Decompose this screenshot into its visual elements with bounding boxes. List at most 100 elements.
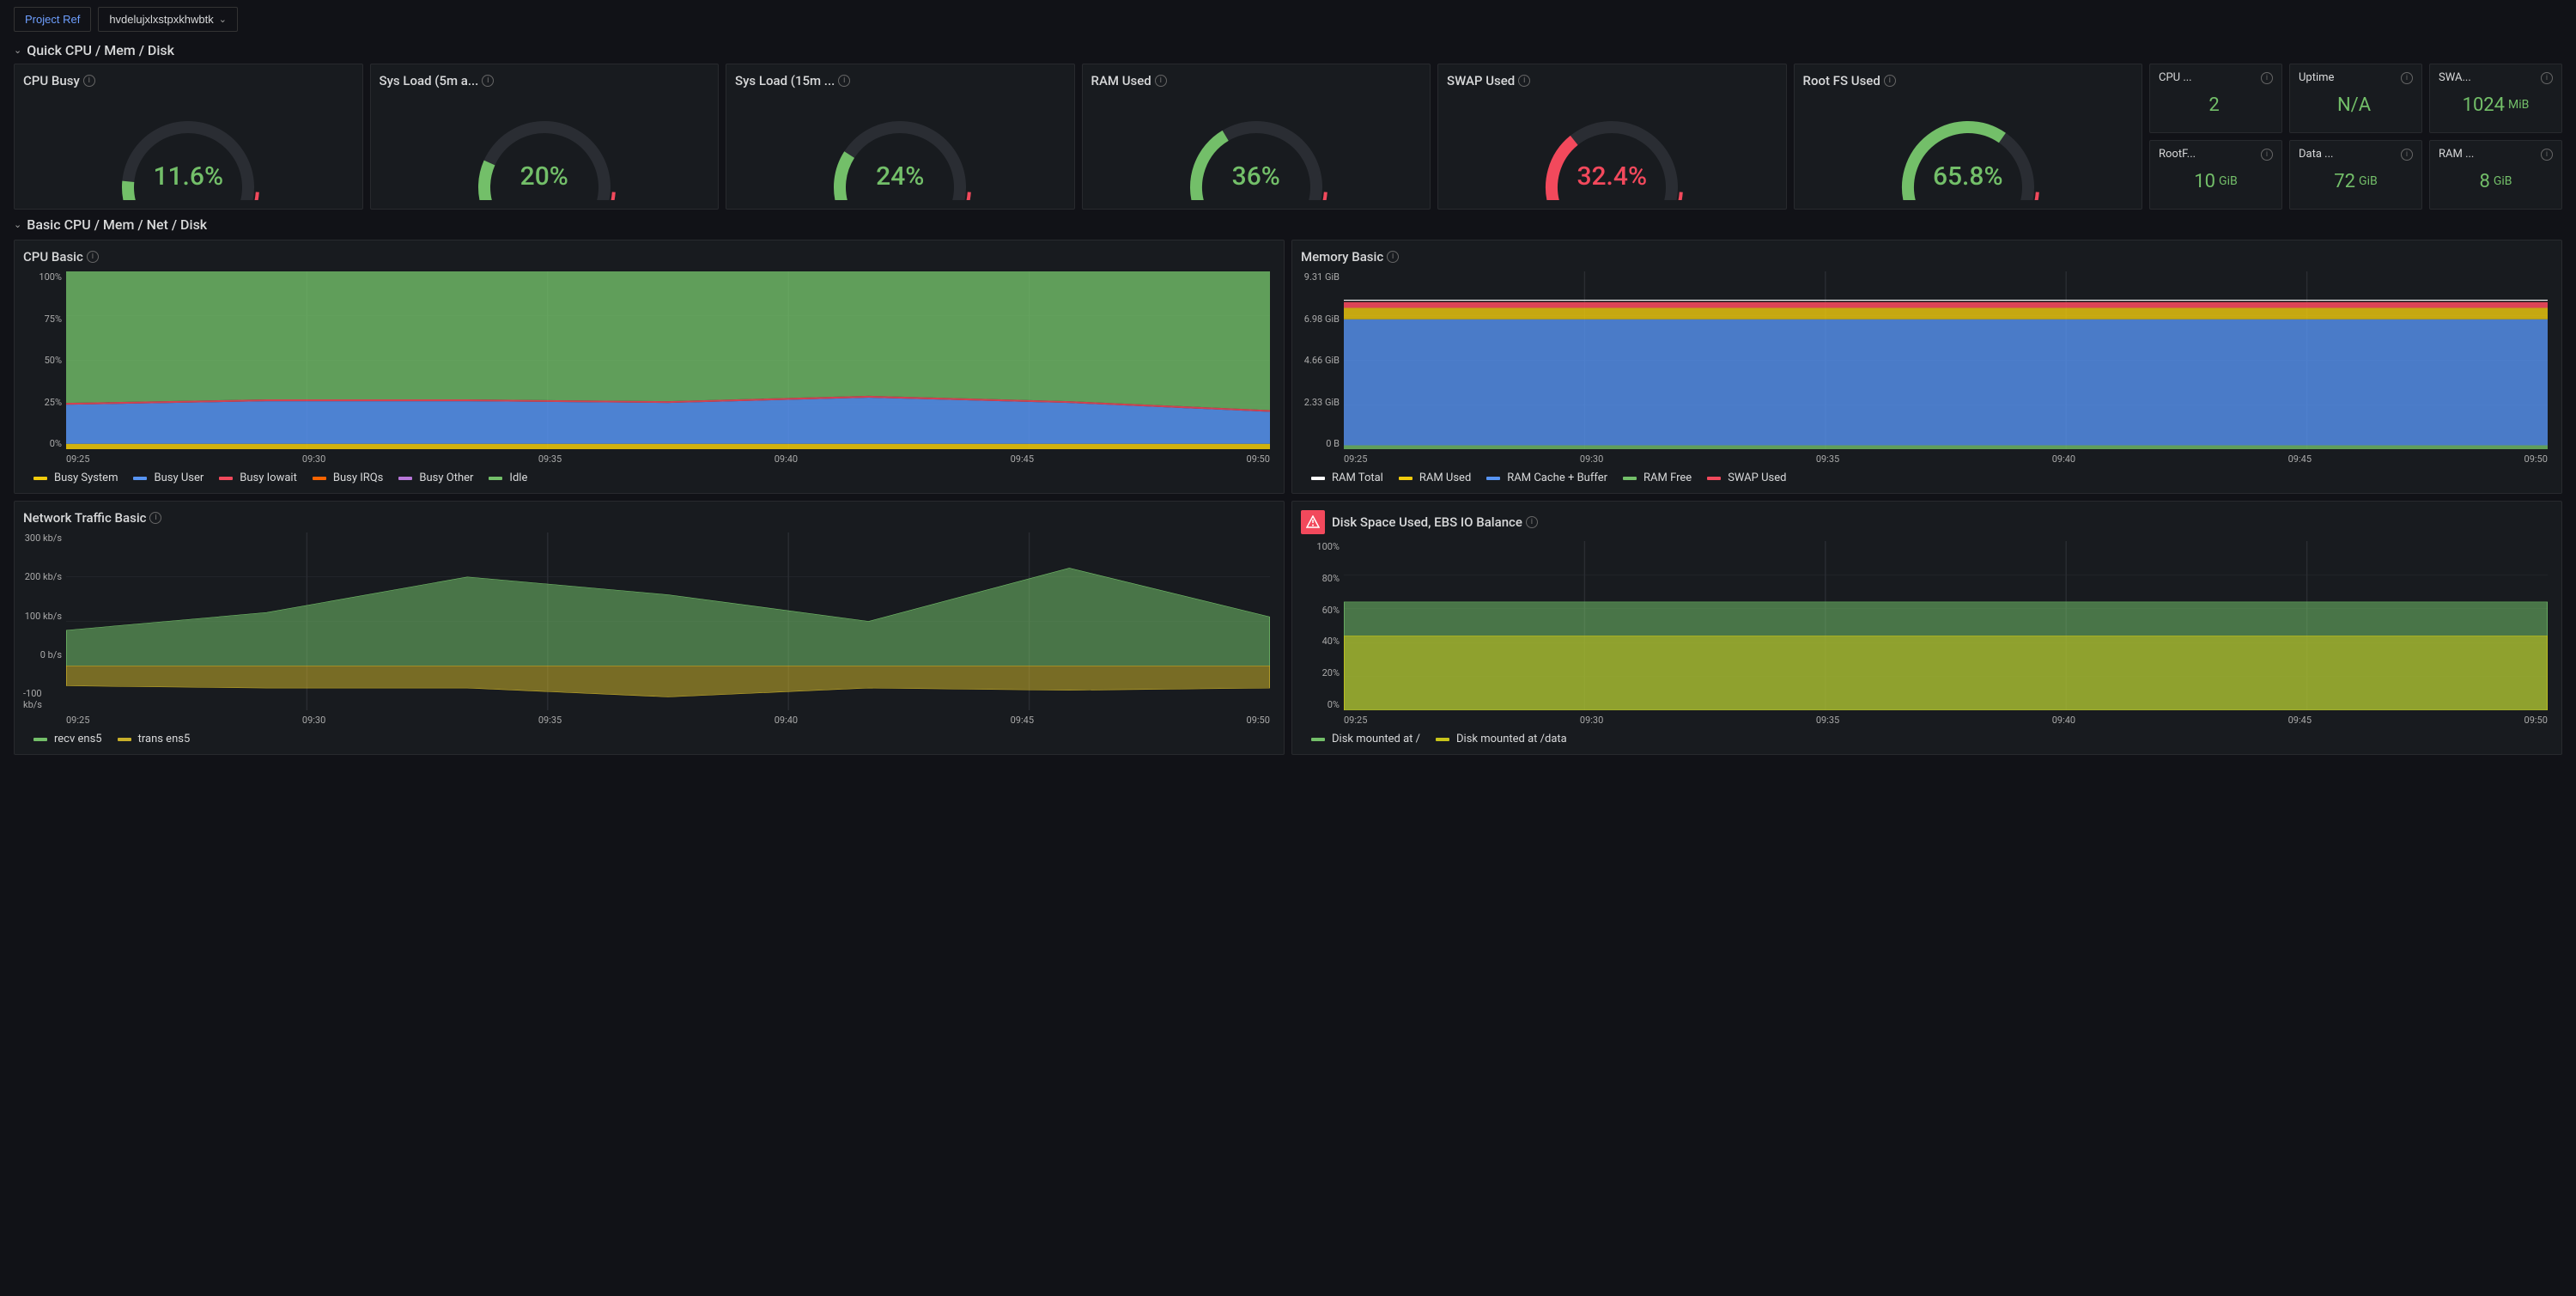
gauge-sys-load-15m-[interactable]: Sys Load (15m ... i 24%: [726, 64, 1075, 210]
gauge-body: 65.8%: [1803, 88, 2134, 200]
gauge-ram-used[interactable]: RAM Used i 36%: [1082, 64, 1431, 210]
legend-item[interactable]: Idle: [489, 472, 527, 484]
chart-network_basic[interactable]: Network Traffic Basic i 300 kb/s200 kb/s…: [14, 501, 1285, 755]
gauge-swap-used[interactable]: SWAP Used i 32.4%: [1437, 64, 1787, 210]
gauge-value: 36%: [1091, 161, 1422, 192]
x-axis: 09:2509:3009:3509:4009:4509:50: [66, 715, 1270, 726]
section-quick[interactable]: ⌄ Quick CPU / Mem / Disk: [14, 42, 2562, 58]
gauge-value: 20%: [380, 161, 710, 192]
info-icon[interactable]: i: [83, 75, 95, 87]
chart-plot[interactable]: 9.31 GiB6.98 GiB4.66 GiB2.33 GiB0 B 09:2…: [1301, 271, 2553, 465]
gauge-value: 24%: [735, 161, 1066, 192]
alert-icon: [1301, 510, 1325, 534]
legend-item[interactable]: RAM Total: [1311, 472, 1383, 484]
chart-plot[interactable]: 100%75%50%25%0% 09:2509:3009:3509:4009:4…: [23, 271, 1275, 465]
legend-item[interactable]: Busy Iowait: [219, 472, 297, 484]
chart-memory_basic[interactable]: Memory Basic i 9.31 GiB6.98 GiB4.66 GiB2…: [1291, 240, 2562, 494]
panel-title: Sys Load (15m ... i: [735, 73, 1066, 88]
panel-title: CPU Basic i: [23, 249, 1275, 265]
gauge-value: 11.6%: [23, 161, 354, 192]
chart-cpu_basic[interactable]: CPU Basic i 100%75%50%25%0% 09:2509:3009…: [14, 240, 1285, 494]
info-icon[interactable]: i: [87, 251, 99, 263]
gauge-body: 11.6%: [23, 88, 354, 200]
chart-plot[interactable]: 300 kb/s200 kb/s100 kb/s0 b/s-100 kb/s 0…: [23, 532, 1275, 726]
x-axis: 09:2509:3009:3509:4009:4509:50: [1344, 715, 2548, 726]
stat-value: 1024 MiB: [2439, 84, 2553, 125]
legend-item[interactable]: SWAP Used: [1707, 472, 1786, 484]
legend-item[interactable]: RAM Free: [1623, 472, 1692, 484]
info-icon[interactable]: i: [2261, 72, 2273, 84]
legend-item[interactable]: RAM Cache + Buffer: [1486, 472, 1607, 484]
project-ref-label[interactable]: Project Ref: [14, 7, 91, 32]
info-icon[interactable]: i: [1387, 251, 1399, 263]
info-icon[interactable]: i: [2541, 149, 2553, 161]
stat-value: 72 GiB: [2299, 161, 2413, 202]
legend-item[interactable]: Busy Other: [398, 472, 473, 484]
info-icon[interactable]: i: [1884, 75, 1896, 87]
project-ref-value: hvdelujxlxstpxkhwbtk: [109, 13, 213, 26]
gauge-sys-load-5m-a-[interactable]: Sys Load (5m a... i 20%: [370, 64, 720, 210]
y-axis: 100%75%50%25%0%: [23, 271, 62, 449]
legend-item[interactable]: Disk mounted at /: [1311, 733, 1420, 745]
panel-title: CPU Busy i: [23, 73, 354, 88]
panel-title: Root FS Used i: [1803, 73, 2134, 88]
panel-title: SWAP Used i: [1447, 73, 1777, 88]
chart-plot[interactable]: 100%80%60%40%20%0% 09:2509:3009:3509:400…: [1301, 541, 2553, 726]
x-axis: 09:2509:3009:3509:4009:4509:50: [66, 453, 1270, 465]
info-icon[interactable]: i: [482, 75, 494, 87]
stat-value: 2: [2159, 84, 2273, 125]
info-icon[interactable]: i: [149, 512, 161, 524]
stat-uptime[interactable]: Uptime i N/A: [2289, 64, 2422, 133]
panel-title: Network Traffic Basic i: [23, 510, 1275, 526]
project-ref-dropdown[interactable]: hvdelujxlxstpxkhwbtk ⌄: [98, 7, 238, 32]
stat-title: RootF...: [2159, 148, 2196, 161]
legend-item[interactable]: recv ens5: [33, 733, 102, 745]
legend-item[interactable]: Disk mounted at /data: [1436, 733, 1567, 745]
info-icon[interactable]: i: [2541, 72, 2553, 84]
chart-disk_space[interactable]: Disk Space Used, EBS IO Balance i 100%80…: [1291, 501, 2562, 755]
legend-item[interactable]: Busy System: [33, 472, 118, 484]
stat-title: RAM ...: [2439, 148, 2474, 161]
info-icon[interactable]: i: [2401, 72, 2413, 84]
info-icon[interactable]: i: [1526, 516, 1538, 528]
gauge-value: 32.4%: [1447, 161, 1777, 192]
stat-ram-[interactable]: RAM ... i 8 GiB: [2429, 140, 2562, 210]
legend-item[interactable]: RAM Used: [1399, 472, 1471, 484]
info-icon[interactable]: i: [838, 75, 850, 87]
y-axis: 100%80%60%40%20%0%: [1301, 541, 1340, 710]
gauge-body: 36%: [1091, 88, 1422, 200]
legend-item[interactable]: Busy User: [133, 472, 204, 484]
info-icon[interactable]: i: [2401, 149, 2413, 161]
section-basic-title: Basic CPU / Mem / Net / Disk: [27, 216, 207, 233]
legend-item[interactable]: Busy IRQs: [313, 472, 384, 484]
stat-title: Data ...: [2299, 148, 2333, 161]
stat-cpu-[interactable]: CPU ... i 2: [2149, 64, 2282, 133]
info-icon[interactable]: i: [2261, 149, 2273, 161]
x-axis: 09:2509:3009:3509:4009:4509:50: [1344, 453, 2548, 465]
info-icon[interactable]: i: [1155, 75, 1167, 87]
gauge-body: 32.4%: [1447, 88, 1777, 200]
chart-legend: Disk mounted at / Disk mounted at /data: [1301, 733, 2553, 745]
gauge-cpu-busy[interactable]: CPU Busy i 11.6%: [14, 64, 363, 210]
panel-title: Disk Space Used, EBS IO Balance i: [1301, 510, 2553, 534]
chart-legend: Busy System Busy User Busy Iowait Busy IRQs…: [23, 472, 1275, 484]
chart-legend: RAM Total RAM Used RAM Cache + Buffer RAM F…: [1301, 472, 2553, 484]
gauge-body: 24%: [735, 88, 1066, 200]
chevron-down-icon: ⌄: [14, 219, 21, 230]
stat-swa-[interactable]: SWA... i 1024 MiB: [2429, 64, 2562, 133]
panel-title: RAM Used i: [1091, 73, 1422, 88]
stat-title: Uptime: [2299, 71, 2334, 84]
chevron-down-icon: ⌄: [14, 45, 21, 56]
stat-title: CPU ...: [2159, 71, 2192, 84]
stat-title: SWA...: [2439, 71, 2471, 84]
gauge-root-fs-used[interactable]: Root FS Used i 65.8%: [1794, 64, 2143, 210]
section-basic[interactable]: ⌄ Basic CPU / Mem / Net / Disk: [14, 216, 2562, 233]
stat-rootf-[interactable]: RootF... i 10 GiB: [2149, 140, 2282, 210]
gauge-value: 65.8%: [1803, 161, 2134, 192]
stat-data-[interactable]: Data ... i 72 GiB: [2289, 140, 2422, 210]
gauge-body: 20%: [380, 88, 710, 200]
panel-title: Memory Basic i: [1301, 249, 2553, 265]
info-icon[interactable]: i: [1518, 75, 1530, 87]
legend-item[interactable]: trans ens5: [118, 733, 191, 745]
stat-value: 8 GiB: [2439, 161, 2553, 202]
